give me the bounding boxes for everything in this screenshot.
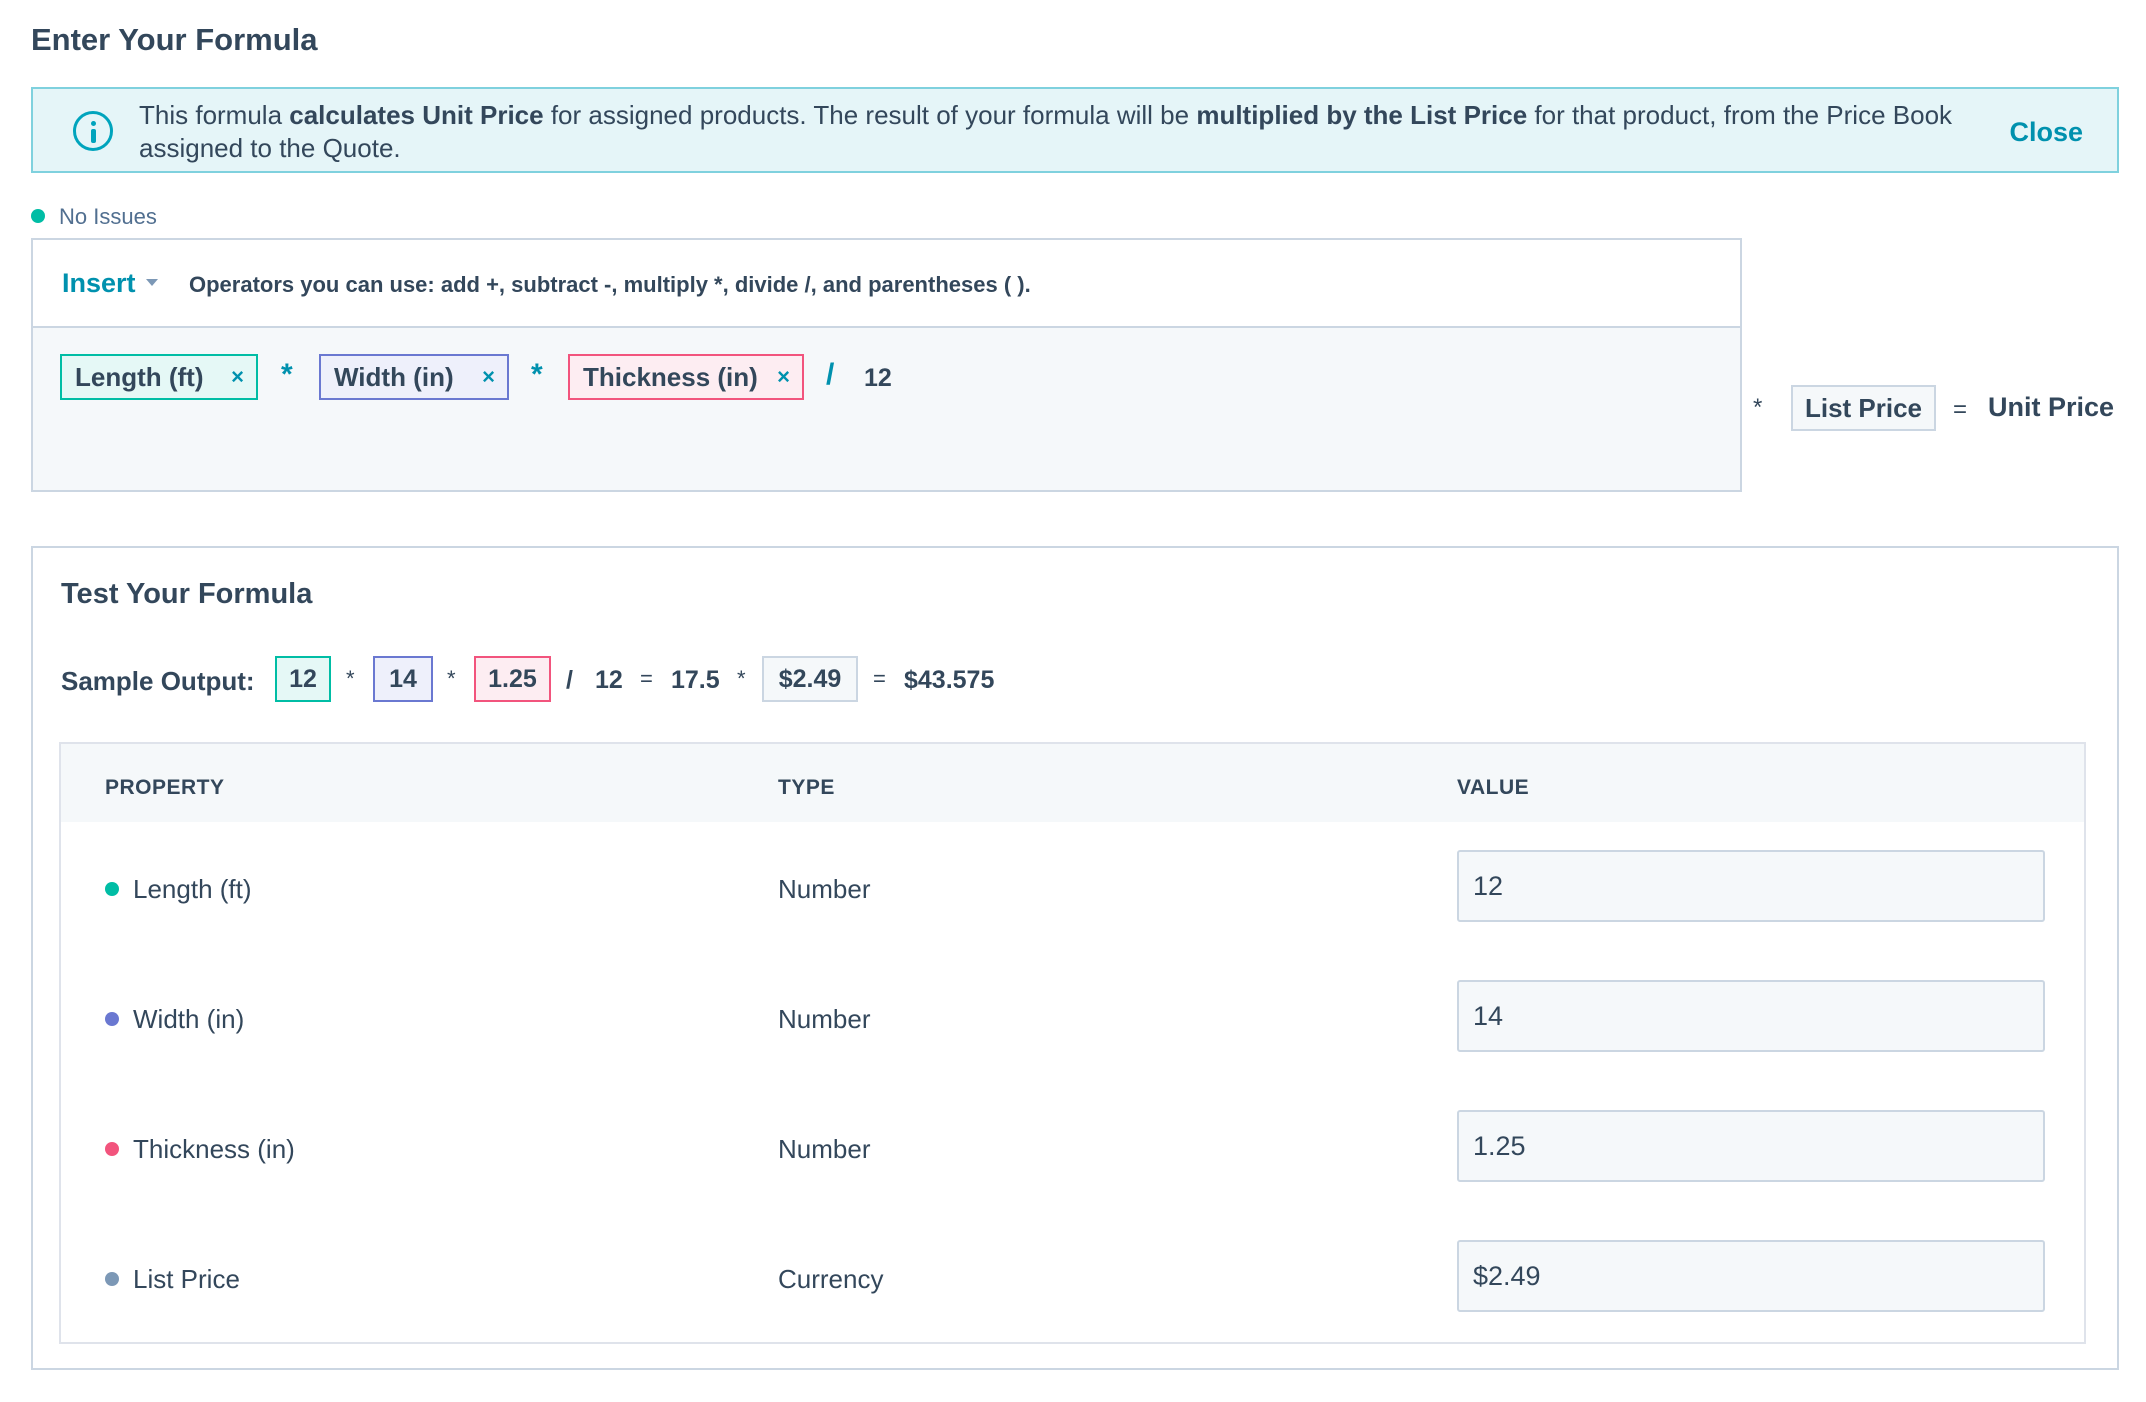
- property-type: Number: [778, 1134, 871, 1164]
- sample-thickness-value: 1.25: [474, 656, 551, 702]
- property-color-dot: [105, 1012, 119, 1026]
- property-name: Width (in): [133, 1004, 245, 1034]
- caret-down-icon: [145, 279, 158, 287]
- close-banner-button[interactable]: Close: [2009, 117, 2083, 148]
- equals-sign: =: [1953, 396, 1968, 423]
- multiply-sign: *: [1753, 394, 1763, 421]
- token-thickness[interactable]: Thickness (in) ×: [568, 354, 804, 400]
- property-type: Currency: [778, 1264, 884, 1294]
- close-icon[interactable]: ×: [482, 356, 495, 398]
- column-header-value: VALUE: [1457, 776, 1530, 799]
- formula-editor[interactable]: Insert Operators you can use: add +, sub…: [31, 238, 1742, 492]
- thickness-value-input[interactable]: 1.25: [1457, 1110, 2045, 1182]
- sample-output-label: Sample Output:: [61, 666, 255, 696]
- table-row: List Price Currency $2.49: [61, 1212, 2084, 1342]
- operator-divide: /: [826, 358, 835, 391]
- editor-toolbar: Insert Operators you can use: add +, sub…: [33, 240, 1740, 328]
- list-price-value-input[interactable]: $2.49: [1457, 1240, 2045, 1312]
- sample-equals: =: [640, 666, 653, 691]
- column-header-type: TYPE: [778, 776, 835, 799]
- page-title: Enter Your Formula: [31, 22, 318, 57]
- sample-operator: *: [346, 666, 355, 691]
- sample-equals: =: [873, 666, 886, 691]
- operators-hint: Operators you can use: add +, subtract -…: [189, 272, 1031, 297]
- table-header: PROPERTY TYPE VALUE: [61, 744, 2084, 822]
- list-price-token: List Price: [1791, 385, 1936, 431]
- property-type: Number: [778, 1004, 871, 1034]
- status-text: No Issues: [59, 204, 157, 229]
- property-color-dot: [105, 882, 119, 896]
- property-name: Thickness (in): [133, 1134, 295, 1164]
- test-formula-panel: Test Your Formula Sample Output: 12 * 14…: [31, 546, 2119, 1370]
- operator-multiply: *: [531, 358, 543, 391]
- property-color-dot: [105, 1142, 119, 1156]
- table-row: Length (ft) Number 12: [61, 822, 2084, 952]
- sample-total: $43.575: [904, 666, 995, 694]
- sample-operator: *: [737, 666, 746, 691]
- info-circle-icon: [73, 111, 113, 151]
- property-name: List Price: [133, 1264, 240, 1294]
- close-icon[interactable]: ×: [231, 356, 244, 398]
- operator-multiply: *: [281, 358, 293, 391]
- status-dot: [31, 209, 45, 223]
- unit-price-label: Unit Price: [1988, 392, 2115, 422]
- constant-number: 12: [864, 364, 892, 392]
- sample-operator: /: [566, 666, 573, 694]
- property-name: Length (ft): [133, 874, 252, 904]
- property-table: PROPERTY TYPE VALUE Length (ft) Number 1…: [59, 742, 2086, 1344]
- property-type: Number: [778, 874, 871, 904]
- sample-divisor: 12: [595, 666, 623, 694]
- info-banner: This formula calculates Unit Price for a…: [31, 87, 2119, 173]
- token-length[interactable]: Length (ft) ×: [60, 354, 258, 400]
- sample-length-value: 12: [275, 656, 331, 702]
- close-icon[interactable]: ×: [777, 356, 790, 398]
- sample-subtotal: 17.5: [671, 666, 720, 694]
- sample-width-value: 14: [373, 656, 433, 702]
- width-value-input[interactable]: 14: [1457, 980, 2045, 1052]
- sample-operator: *: [447, 666, 456, 691]
- sample-list-price-value: $2.49: [762, 656, 858, 702]
- property-color-dot: [105, 1272, 119, 1286]
- banner-message: This formula calculates Unit Price for a…: [139, 100, 1953, 163]
- test-panel-title: Test Your Formula: [61, 578, 313, 610]
- table-row: Thickness (in) Number 1.25: [61, 1082, 2084, 1212]
- table-row: Width (in) Number 14: [61, 952, 2084, 1082]
- length-value-input[interactable]: 12: [1457, 850, 2045, 922]
- column-header-property: PROPERTY: [105, 776, 225, 799]
- token-width[interactable]: Width (in) ×: [319, 354, 509, 400]
- insert-dropdown-button[interactable]: Insert: [62, 268, 158, 299]
